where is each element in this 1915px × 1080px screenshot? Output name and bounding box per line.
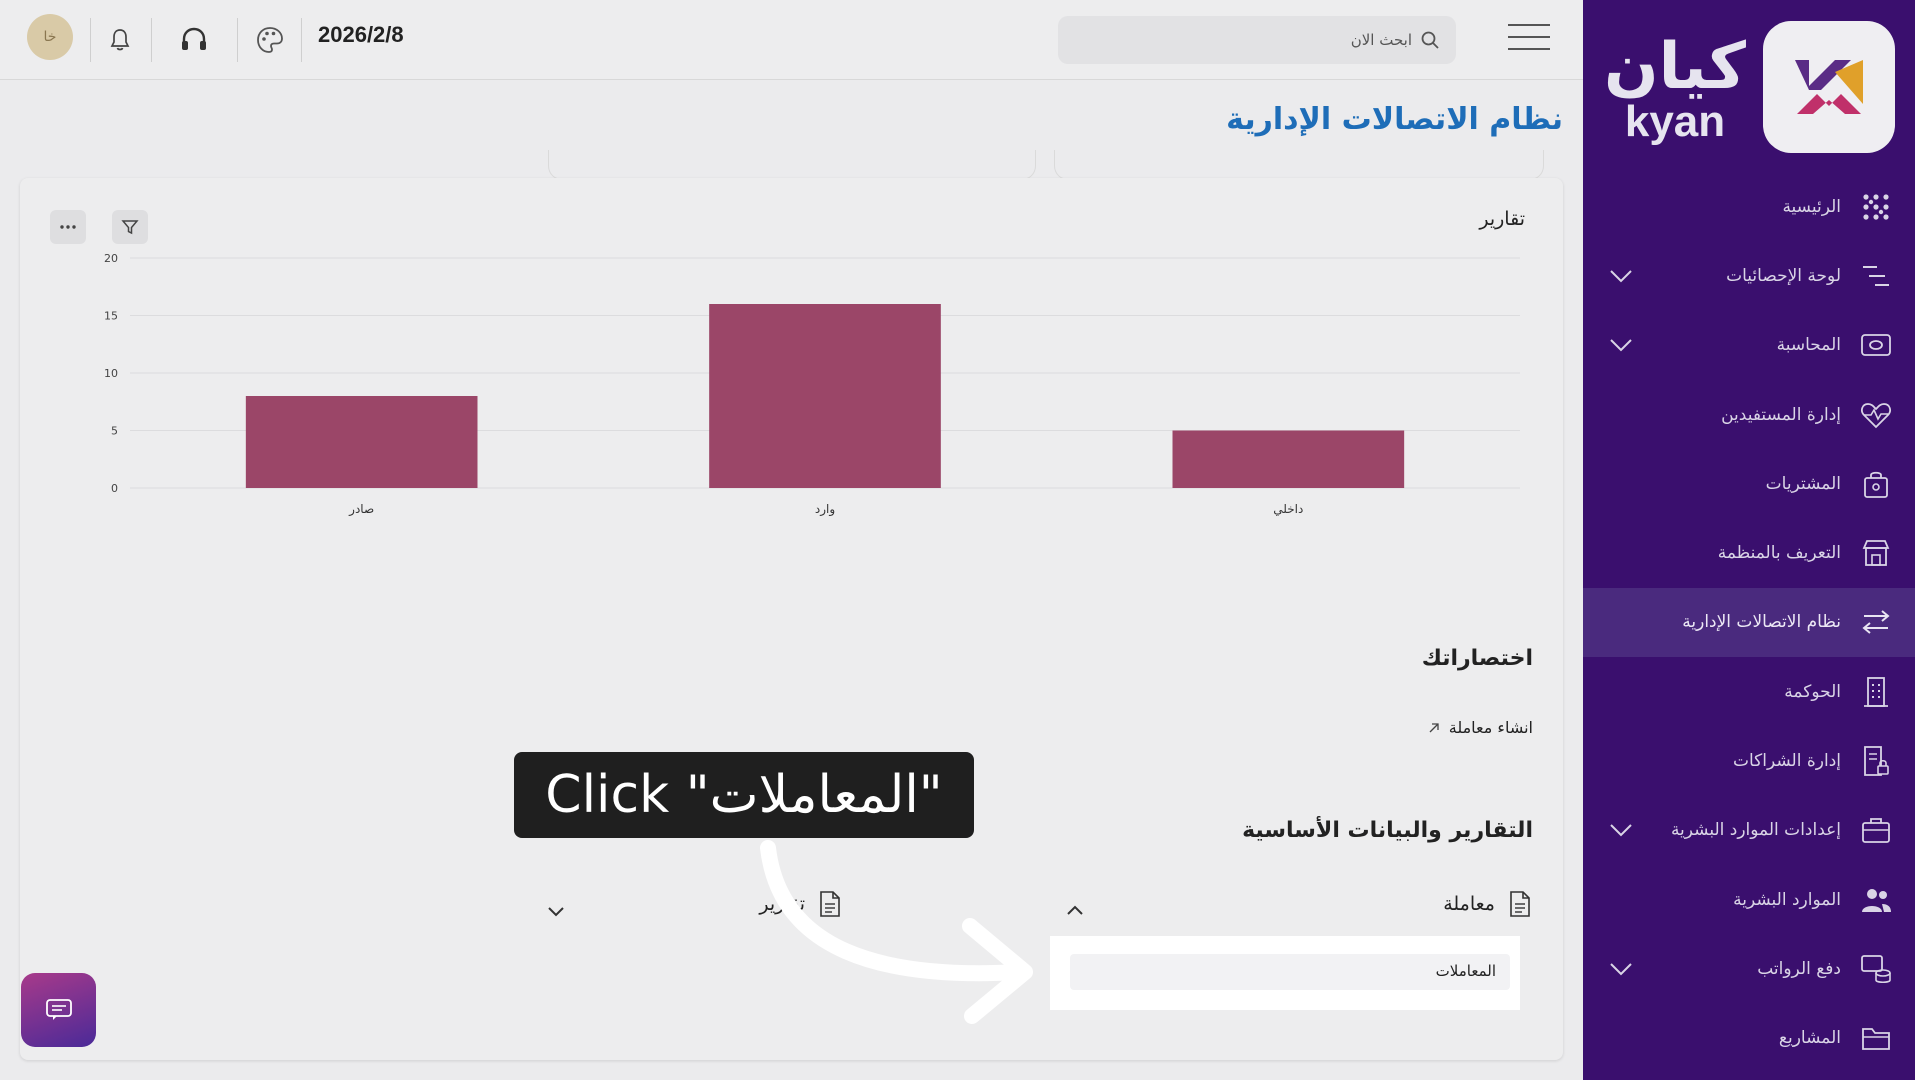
- card-stub: [1054, 150, 1544, 180]
- document-lock-icon: [1859, 744, 1893, 778]
- sidebar-item-label: الموارد البشرية: [1733, 889, 1841, 910]
- store-icon: [1859, 536, 1893, 570]
- chart-bar: [245, 396, 478, 488]
- sidebar-item[interactable]: التعريف بالمنظمة: [1583, 518, 1915, 587]
- create-transaction-label: انشاء معاملة: [1448, 718, 1533, 737]
- external-arrow-icon: [1429, 722, 1439, 732]
- chevron-down-icon[interactable]: [1607, 955, 1635, 983]
- users-icon: [1859, 883, 1893, 917]
- logo-arabic: كيان: [1604, 30, 1746, 104]
- coins-icon: [1859, 952, 1893, 986]
- logo-english: kyan: [1624, 97, 1726, 146]
- menu-toggle-icon[interactable]: [1508, 24, 1550, 54]
- money-icon: [1859, 328, 1893, 362]
- chat-button[interactable]: [21, 973, 96, 1047]
- avatar[interactable]: خا: [27, 14, 73, 60]
- create-transaction-link[interactable]: انشاء معاملة: [1427, 718, 1533, 737]
- chart-lines-icon: [1859, 259, 1893, 293]
- sidebar-item[interactable]: الموارد البشرية: [1583, 865, 1915, 934]
- chart-x-tick-label: وارد: [815, 502, 835, 517]
- chevron-down-icon[interactable]: [1607, 331, 1635, 359]
- sidebar-item-label: المشتريات: [1765, 473, 1841, 494]
- sidebar-item[interactable]: إدارة المستفيدين: [1583, 380, 1915, 449]
- page-title: نظام الاتصالات الإدارية: [1226, 102, 1563, 137]
- search-box: [1058, 16, 1456, 64]
- search-icon: [1421, 31, 1439, 49]
- sidebar-item[interactable]: الرئيسية: [1583, 172, 1915, 241]
- briefcase-icon: [1859, 813, 1893, 847]
- sidebar-item-label: التعريف بالمنظمة: [1717, 543, 1841, 564]
- headset-icon[interactable]: [174, 20, 214, 60]
- sidebar-item-label: دفع الرواتب: [1757, 958, 1841, 979]
- top-header: 2026/2/8 خا: [0, 0, 1583, 80]
- logo-mark-icon: [1763, 21, 1895, 153]
- chart-x-tick-label: داخلي: [1273, 502, 1303, 516]
- chart-y-tick-label: 20: [104, 252, 118, 265]
- chevron-down-icon[interactable]: [1607, 262, 1635, 290]
- header-divider: [237, 18, 238, 62]
- bag-icon: [1859, 467, 1893, 501]
- submenu-item-transactions-label: المعاملات: [1435, 962, 1496, 980]
- chat-icon: [45, 999, 72, 1020]
- chart-bar: [709, 304, 941, 488]
- chart-y-tick-label: 0: [111, 482, 118, 495]
- search-input[interactable]: [1082, 16, 1412, 64]
- sidebar-item-label: إعدادات الموارد البشرية: [1670, 820, 1841, 841]
- chart-bar: [1172, 430, 1405, 488]
- chart-svg: 0 5 10 15 20 صادر وارد داخلي: [104, 252, 1520, 517]
- accordion-transaction-label: معاملة: [1443, 893, 1495, 915]
- chevron-up-icon[interactable]: [1064, 900, 1086, 922]
- sidebar-item[interactable]: إدارة الشراكات: [1583, 726, 1915, 795]
- sidebar-item-label: إدارة المستفيدين: [1721, 404, 1841, 425]
- reports-section-title: التقارير والبيانات الأساسية: [1242, 818, 1533, 843]
- chart-y-tick-label: 15: [104, 310, 118, 323]
- sidebar-item-label: الحوكمة: [1784, 681, 1841, 702]
- arrows-exchange-icon: [1859, 605, 1893, 639]
- sidebar-item-label: لوحة الإحصائيات: [1726, 265, 1841, 286]
- palette-icon[interactable]: [250, 20, 290, 60]
- chevron-down-icon[interactable]: [1607, 816, 1635, 844]
- submenu-item-transactions[interactable]: المعاملات: [1070, 954, 1510, 990]
- chart-y-tick-label: 5: [111, 425, 118, 438]
- chevron-down-icon[interactable]: [545, 900, 567, 922]
- sidebar-item-label: الرئيسية: [1782, 196, 1841, 217]
- accordion-transaction[interactable]: معاملة: [1443, 890, 1533, 918]
- sidebar-item-label: نظام الاتصالات الإدارية: [1682, 612, 1841, 633]
- grid-dots-icon: [1859, 190, 1893, 224]
- logo[interactable]: كيان kyan: [1583, 18, 1915, 158]
- document-icon: [1510, 891, 1530, 917]
- shortcuts-title: اختصاراتك: [1421, 646, 1533, 671]
- sidebar-item[interactable]: المشاريع: [1583, 1004, 1915, 1073]
- sidebar: كيان kyan الرئيسية لوحة الإحصائيات المحاسب…: [1583, 0, 1915, 1080]
- sidebar-item[interactable]: إعدادات الموارد البشرية: [1583, 796, 1915, 865]
- current-date: 2026/2/8: [318, 22, 404, 47]
- sidebar-item-label: المشاريع: [1778, 1028, 1841, 1049]
- header-divider: [90, 18, 91, 62]
- sidebar-item-label: إدارة الشراكات: [1733, 751, 1841, 772]
- sidebar-item[interactable]: المشتريات: [1583, 449, 1915, 518]
- sidebar-item[interactable]: الحوكمة: [1583, 657, 1915, 726]
- header-divider: [151, 18, 152, 62]
- tutorial-arrow-icon: [760, 840, 1033, 1024]
- chart-y-tick-label: 10: [104, 367, 118, 380]
- heart-pulse-icon: [1859, 398, 1893, 432]
- tutorial-hint: Click "المعاملات": [514, 752, 974, 838]
- transaction-submenu: المعاملات: [1050, 936, 1520, 1010]
- logo-text: كيان kyan: [1595, 26, 1755, 146]
- transactions-bar-chart: 0 5 10 15 20 صادر وارد داخلي: [80, 238, 1540, 528]
- sidebar-nav: الرئيسية لوحة الإحصائيات المحاسبة إدارة الم…: [1583, 172, 1915, 1073]
- folder-icon: [1859, 1021, 1893, 1055]
- building-icon: [1859, 675, 1893, 709]
- sidebar-item[interactable]: المحاسبة: [1583, 311, 1915, 380]
- reports-card-title: تقارير: [1479, 208, 1525, 230]
- bell-icon[interactable]: [100, 20, 140, 60]
- card-stub: [548, 150, 1036, 180]
- sidebar-item-label: المحاسبة: [1776, 335, 1841, 356]
- sidebar-item[interactable]: لوحة الإحصائيات: [1583, 241, 1915, 310]
- header-divider: [301, 18, 302, 62]
- sidebar-item[interactable]: دفع الرواتب: [1583, 934, 1915, 1003]
- chart-x-tick-label: صادر: [348, 502, 374, 517]
- sidebar-item[interactable]: نظام الاتصالات الإدارية: [1583, 587, 1915, 658]
